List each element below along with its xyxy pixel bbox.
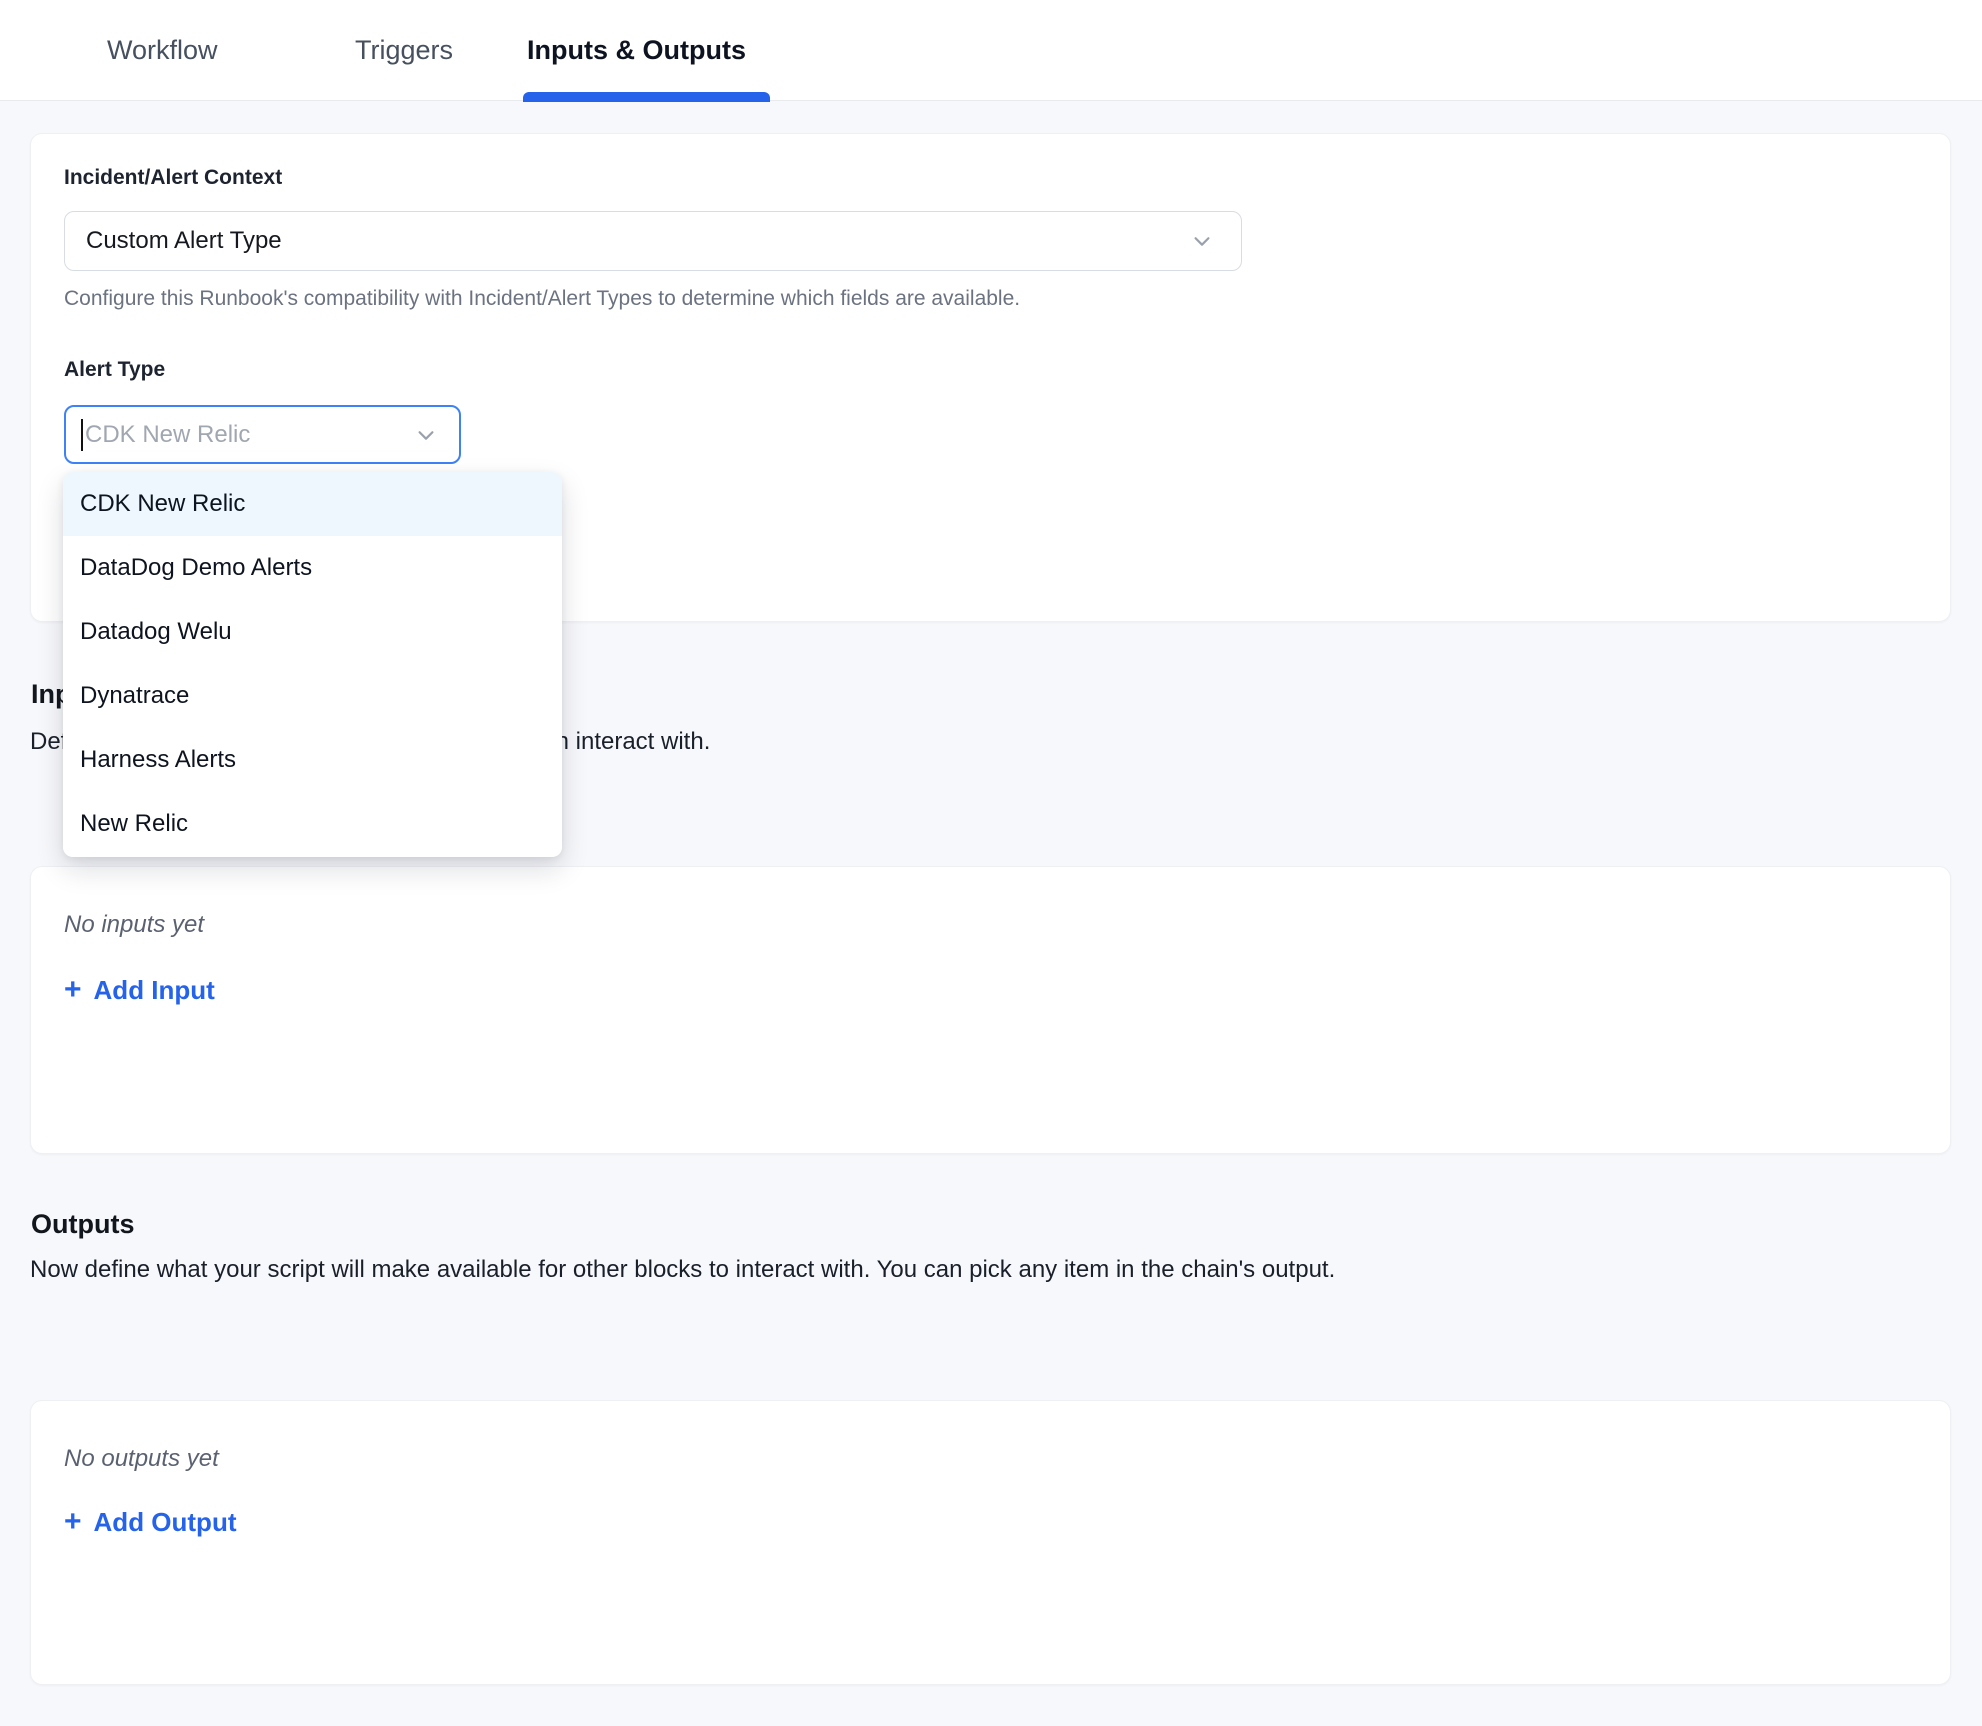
alert-type-dropdown-menu: CDK New Relic DataDog Demo Alerts Datado… [63,472,562,857]
plus-icon: + [64,975,82,1005]
dropdown-option-harness-alerts[interactable]: Harness Alerts [63,728,562,792]
dropdown-option-datadog-welu[interactable]: Datadog Welu [63,600,562,664]
text-cursor [81,419,83,451]
incident-alert-context-value: Custom Alert Type [86,227,1191,255]
plus-icon: + [64,1507,82,1537]
chevron-down-icon [1191,230,1213,252]
dropdown-option-datadog-demo-alerts[interactable]: DataDog Demo Alerts [63,536,562,600]
alert-type-placeholder: CDK New Relic [85,421,415,449]
outputs-empty-state: No outputs yet [64,1445,219,1473]
dropdown-option-new-relic[interactable]: New Relic [63,792,562,856]
chevron-down-icon [415,424,437,446]
add-input-label: Add Input [94,975,215,1006]
incident-alert-context-label: Incident/Alert Context [64,166,282,190]
incident-alert-context-select[interactable]: Custom Alert Type [64,211,1242,271]
alert-type-combobox[interactable]: CDK New Relic [64,405,461,464]
tab-workflow[interactable]: Workflow [107,0,218,100]
dropdown-option-dynatrace[interactable]: Dynatrace [63,664,562,728]
outputs-section-description: Now define what your script will make av… [30,1256,1335,1284]
inputs-card: No inputs yet + Add Input [30,866,1951,1154]
dropdown-option-cdk-new-relic[interactable]: CDK New Relic [63,472,562,536]
add-output-button[interactable]: + Add Output [64,1507,236,1538]
inputs-empty-state: No inputs yet [64,911,204,939]
tab-triggers[interactable]: Triggers [355,0,453,100]
tab-inputs-outputs[interactable]: Inputs & Outputs [527,0,746,100]
active-tab-underline [523,92,770,102]
tab-bar: Workflow Triggers Inputs & Outputs [0,0,1982,101]
outputs-card: No outputs yet + Add Output [30,1400,1951,1685]
incident-alert-context-help: Configure this Runbook's compatibility w… [64,287,1020,311]
add-output-label: Add Output [94,1507,237,1538]
outputs-section-title: Outputs [31,1209,134,1240]
add-input-button[interactable]: + Add Input [64,975,215,1006]
alert-type-label: Alert Type [64,358,165,382]
